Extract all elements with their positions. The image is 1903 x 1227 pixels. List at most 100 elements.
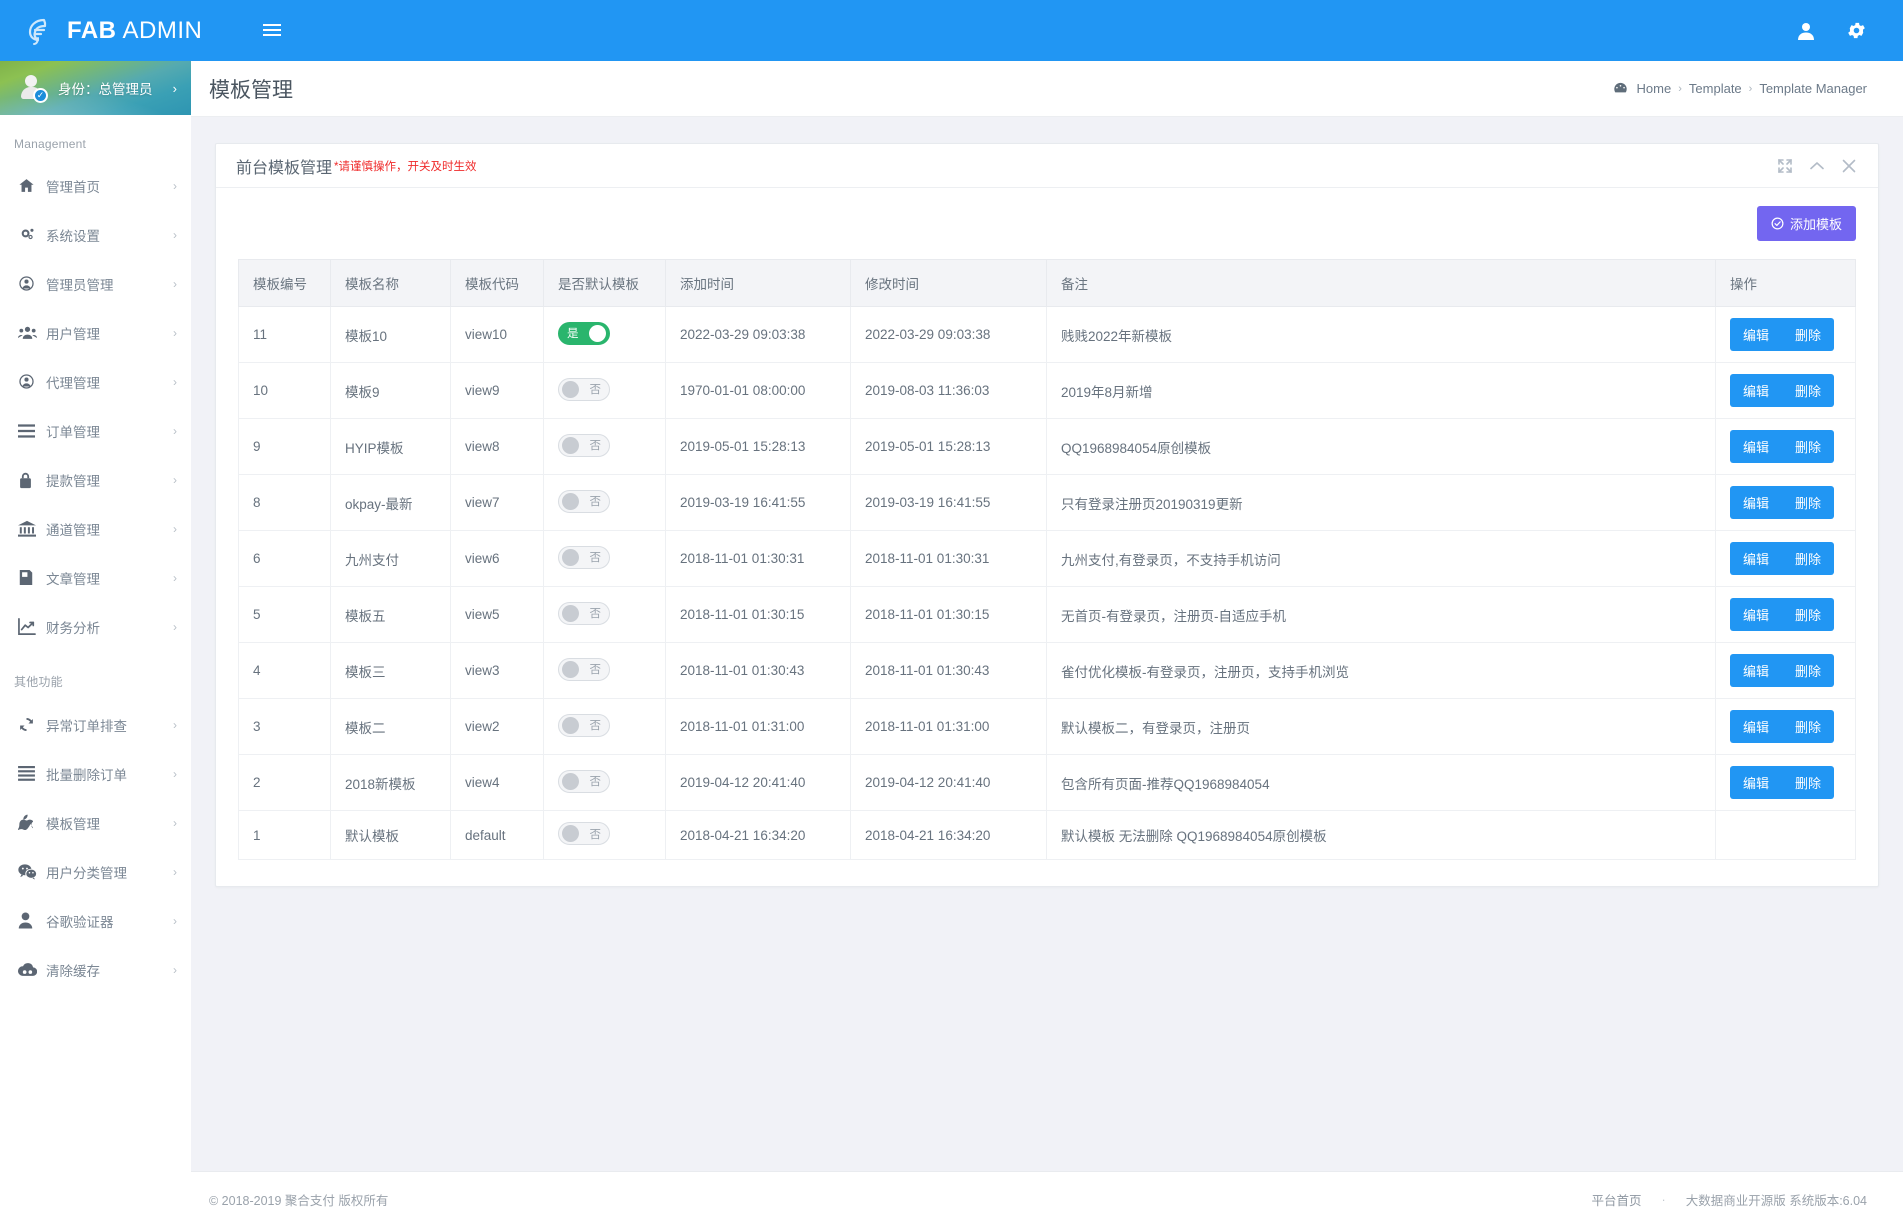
edit-button[interactable]: 编辑	[1730, 710, 1783, 743]
default-template-toggle[interactable]: 否	[558, 545, 610, 569]
sidebar-item-agent-management[interactable]: 代理管理 ›	[0, 357, 191, 406]
delete-button[interactable]: 删除	[1782, 318, 1835, 351]
sidebar-item-user-management[interactable]: 用户管理 ›	[0, 308, 191, 357]
sidebar-item-system-settings[interactable]: 系统设置 ›	[0, 210, 191, 259]
sidebar-item-channel-management[interactable]: 通道管理 ›	[0, 504, 191, 553]
edit-button[interactable]: 编辑	[1730, 374, 1783, 407]
expand-icon[interactable]	[1778, 158, 1792, 173]
edit-button[interactable]: 编辑	[1730, 318, 1783, 351]
edit-button[interactable]: 编辑	[1730, 542, 1783, 575]
gear-icon[interactable]	[1846, 20, 1867, 41]
user-icon[interactable]	[1796, 21, 1816, 41]
delete-button[interactable]: 删除	[1782, 766, 1835, 799]
delete-button[interactable]: 删除	[1782, 486, 1835, 519]
delete-button[interactable]: 删除	[1782, 374, 1835, 407]
sidebar-item-dashboard[interactable]: 管理首页 ›	[0, 161, 191, 210]
sidebar-item-template-management[interactable]: 模板管理 ›	[0, 798, 191, 847]
sidebar-item-batch-delete-orders[interactable]: 批量删除订单 ›	[0, 749, 191, 798]
delete-button[interactable]: 删除	[1782, 710, 1835, 743]
cell-name: 九州支付	[330, 530, 451, 587]
sidebar-item-clear-cache[interactable]: 清除缓存 ›	[0, 945, 191, 994]
default-template-toggle[interactable]: 否	[558, 377, 610, 401]
footer-link-platform-home[interactable]: 平台首页	[1592, 1190, 1642, 1209]
cell-modified-time: 2018-11-01 01:30:43	[850, 642, 1047, 699]
sidebar-item-user-category-management[interactable]: 用户分类管理 ›	[0, 847, 191, 896]
action-button-group: 编辑 删除	[1730, 710, 1835, 743]
sidebar-item-label: 通道管理	[46, 522, 100, 538]
cell-added-time: 2018-11-01 01:30:43	[665, 642, 851, 699]
toggle-knob	[562, 772, 579, 790]
sidebar-item-financial-analysis[interactable]: 财务分析 ›	[0, 602, 191, 651]
sidebar-item-label: 批量删除订单	[46, 767, 127, 783]
table-row: 11 模板10 view10 是 2022-03-29 09:03:38 2022-03-…	[238, 306, 1856, 363]
cell-default-toggle: 否	[543, 810, 666, 860]
brand-light: ADMIN	[122, 16, 203, 44]
edit-button[interactable]: 编辑	[1730, 766, 1783, 799]
default-template-toggle[interactable]: 是	[558, 321, 610, 345]
breadcrumb-item-template[interactable]: Template	[1689, 81, 1742, 96]
toggle-label: 否	[589, 664, 602, 676]
default-template-toggle[interactable]: 否	[558, 489, 610, 513]
chevron-right-icon: ›	[173, 472, 177, 487]
edit-button[interactable]: 编辑	[1730, 654, 1783, 687]
close-icon[interactable]	[1842, 159, 1856, 173]
delete-button[interactable]: 删除	[1782, 598, 1835, 631]
panel-body: 添加模板 模板编号 模板名称 模板代码 是否默认模板 添加时间 修改时间 备注 …	[216, 188, 1878, 886]
sidebar-item-label: 系统设置	[46, 228, 100, 244]
cell-id: 2	[238, 754, 331, 811]
column-header-remark: 备注	[1046, 259, 1716, 307]
hamburger-icon[interactable]	[255, 15, 289, 47]
brand[interactable]: FAB ADMIN	[0, 0, 231, 61]
edit-button[interactable]: 编辑	[1730, 430, 1783, 463]
cell-modified-time: 2018-11-01 01:30:15	[850, 586, 1047, 643]
refresh-icon	[18, 716, 46, 733]
default-template-toggle[interactable]: 否	[558, 601, 610, 625]
column-header-modified: 修改时间	[850, 259, 1047, 307]
column-header-default: 是否默认模板	[543, 259, 666, 307]
toggle-knob	[562, 716, 579, 734]
cell-added-time: 2018-11-01 01:30:31	[665, 530, 851, 587]
cell-default-toggle: 否	[543, 642, 666, 699]
sidebar-item-google-authenticator[interactable]: 谷歌验证器 ›	[0, 896, 191, 945]
cell-modified-time: 2019-03-19 16:41:55	[850, 474, 1047, 531]
delete-button[interactable]: 删除	[1782, 654, 1835, 687]
sidebar-profile[interactable]: ✓ 身份：总管理员 ›	[0, 61, 191, 115]
check-circle-icon	[1771, 217, 1784, 230]
sidebar-item-withdraw-management[interactable]: 提款管理 ›	[0, 455, 191, 504]
chevron-right-icon: ›	[173, 619, 177, 634]
cell-modified-time: 2018-11-01 01:31:00	[850, 698, 1047, 755]
main-content: 模板管理 Home › Template › Template Manager …	[191, 61, 1903, 1227]
default-template-toggle[interactable]: 否	[558, 433, 610, 457]
chevron-right-icon: ›	[173, 570, 177, 585]
edit-button[interactable]: 编辑	[1730, 598, 1783, 631]
add-template-button[interactable]: 添加模板	[1756, 206, 1856, 241]
default-template-toggle[interactable]: 否	[558, 713, 610, 737]
table-header-row: 模板编号 模板名称 模板代码 是否默认模板 添加时间 修改时间 备注 操作	[238, 259, 1856, 307]
footer: © 2018-2019 聚合支付 版权所有 平台首页 · 大数据商业开源版 系统…	[191, 1171, 1903, 1227]
edit-button[interactable]: 编辑	[1730, 486, 1783, 519]
users-icon	[18, 324, 46, 341]
table-row: 5 模板五 view5 否 2018-11-01 01:30:15 2018-11-01 …	[238, 586, 1856, 643]
footer-links: 平台首页 · 大数据商业开源版 系统版本:6.04	[1592, 1190, 1867, 1209]
cell-id: 6	[238, 530, 331, 587]
default-template-toggle[interactable]: 否	[558, 769, 610, 793]
sidebar-item-abnormal-order-check[interactable]: 异常订单排查 ›	[0, 700, 191, 749]
sidebar-item-admin-management[interactable]: 管理员管理 ›	[0, 259, 191, 308]
delete-button[interactable]: 删除	[1782, 542, 1835, 575]
sidebar-item-order-management[interactable]: 订单管理 ›	[0, 406, 191, 455]
default-template-toggle[interactable]: 否	[558, 657, 610, 681]
chevron-right-icon: ›	[173, 227, 177, 242]
sidebar-item-label: 订单管理	[46, 424, 100, 440]
cell-actions: 编辑 删除	[1715, 698, 1856, 755]
bars-icon	[18, 423, 46, 438]
sidebar-item-article-management[interactable]: 文章管理 ›	[0, 553, 191, 602]
default-template-toggle[interactable]: 否	[558, 822, 610, 845]
breadcrumb-item-home[interactable]: Home	[1637, 81, 1672, 96]
delete-button[interactable]: 删除	[1782, 430, 1835, 463]
cell-default-toggle: 否	[543, 530, 666, 587]
action-button-group: 编辑 删除	[1730, 318, 1835, 351]
chevron-right-icon: ›	[173, 717, 177, 732]
chevron-up-icon[interactable]	[1810, 161, 1824, 171]
user-circle-icon	[18, 275, 46, 292]
page-title: 模板管理	[209, 78, 293, 102]
